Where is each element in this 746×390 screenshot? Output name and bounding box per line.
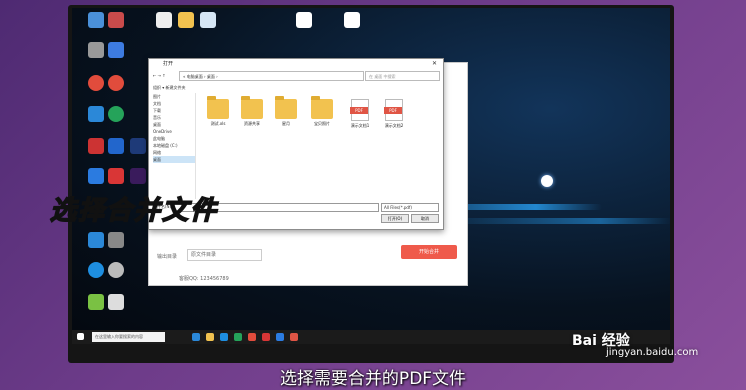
back-forward-icon[interactable]: ← → ↑ (153, 73, 166, 78)
footer-text: 客服QQ: 123456789 (179, 276, 229, 282)
folder-icon (311, 96, 333, 119)
nav-item[interactable]: 网络 (153, 149, 195, 156)
file-item[interactable]: PDF 演示文档1 (345, 99, 375, 129)
taskbar-app-icon[interactable] (206, 333, 214, 341)
dialog-title: 打开 (163, 61, 174, 67)
dialog-title-bar: 打开 ✕ (149, 59, 443, 69)
folder-icon (241, 96, 263, 119)
output-select[interactable]: 原文件目录 (187, 249, 262, 261)
pdf-icon: PDF (384, 99, 403, 121)
nav-item[interactable]: OneDrive (153, 128, 195, 135)
windows-start-icon[interactable] (77, 333, 84, 340)
nav-item[interactable]: 本地磁盘 (C:) (153, 142, 195, 149)
folder-icon (275, 96, 297, 119)
desktop-icon[interactable] (98, 232, 134, 248)
nav-item[interactable]: 文档 (153, 100, 195, 107)
desktop-icon[interactable] (334, 12, 370, 28)
desktop-icon[interactable] (98, 294, 134, 310)
mouse-cursor (541, 175, 553, 187)
desktop-icon[interactable] (98, 106, 134, 122)
open-button[interactable]: 打开(O) (381, 214, 409, 223)
folder-icon (207, 96, 229, 119)
nav-item[interactable]: 图片 (153, 93, 195, 100)
watermark-url: jingyan.baidu.com (606, 347, 699, 358)
file-item[interactable]: 星月 (271, 96, 301, 127)
nav-item[interactable]: 音乐 (153, 114, 195, 121)
taskbar-app-icon[interactable] (220, 333, 228, 341)
nav-pane: 图片 文档 下载 音乐 桌面 OneDrive 此电脑 本地磁盘 (C:) 网络… (153, 93, 196, 199)
file-item[interactable]: 宝贝照片 (307, 96, 337, 127)
dialog-toolbar[interactable]: 组织 ▾ 新建文件夹 (153, 85, 186, 91)
nav-item[interactable]: 此电脑 (153, 135, 195, 142)
breadcrumb[interactable]: « 电脑桌面 › 桌面 › (179, 71, 364, 81)
desktop-icon[interactable] (98, 12, 134, 28)
desktop-icon[interactable] (98, 42, 134, 58)
taskbar-app-icon[interactable] (290, 333, 298, 341)
taskbar-app-icon[interactable] (234, 333, 242, 341)
address-bar: ← → ↑ « 电脑桌面 › 桌面 › 在 桌面 中搜索 (153, 71, 440, 81)
file-item[interactable]: 测试.xls (203, 96, 233, 127)
overlay-title: 选择合并文件 (49, 195, 219, 227)
file-item[interactable]: PDF 演示文档2 (379, 99, 409, 129)
nav-item[interactable]: 下载 (153, 107, 195, 114)
taskbar-search-input[interactable]: 在这里输入你要搜索的内容 (92, 332, 165, 342)
nav-item-selected[interactable]: 桌面 (153, 156, 195, 163)
file-list: 测试.xls 资源共享 星月 宝贝照片 PDF 演示文档1 PDF 演示文档2 (201, 96, 437, 193)
desktop-icon[interactable] (98, 262, 134, 278)
taskbar-app-icon[interactable] (192, 333, 200, 341)
taskbar-app-icon[interactable] (276, 333, 284, 341)
desktop-icon[interactable] (286, 12, 322, 28)
subtitle-caption: 选择需要合并的PDF文件 (279, 369, 467, 389)
output-label: 输出目录 (157, 254, 178, 260)
close-icon[interactable]: ✕ (432, 59, 437, 69)
taskbar-app-icon[interactable] (248, 333, 256, 341)
desktop-icon[interactable] (98, 75, 134, 91)
file-item[interactable]: 资源共享 (237, 96, 267, 127)
filetype-select[interactable]: All Files(*.pdf) (381, 203, 439, 212)
search-input[interactable]: 在 桌面 中搜索 (365, 71, 440, 81)
pdf-icon: PDF (350, 99, 369, 121)
nav-item[interactable]: 桌面 (153, 121, 195, 128)
start-merge-button[interactable]: 开始合并 (401, 245, 457, 259)
desktop-icon[interactable] (190, 12, 226, 28)
taskbar-app-icon[interactable] (262, 333, 270, 341)
cancel-button[interactable]: 取消 (411, 214, 439, 223)
